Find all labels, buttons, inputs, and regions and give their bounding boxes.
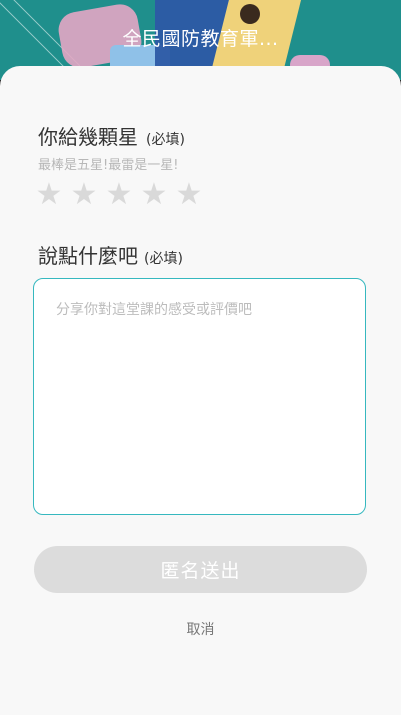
star-icon-4[interactable]: ★ bbox=[139, 178, 169, 212]
rating-question-label: 你給幾顆星 bbox=[38, 125, 138, 149]
rating-hint: 最棒是五星!最雷是一星! bbox=[38, 158, 179, 173]
star-icon-3[interactable]: ★ bbox=[104, 178, 134, 212]
banner-illustration bbox=[240, 4, 260, 24]
star-icon-2[interactable]: ★ bbox=[69, 178, 99, 212]
star-rating: ★ ★ ★ ★ ★ bbox=[34, 178, 204, 212]
comment-textarea[interactable]: 分享你對這堂課的感受或評價吧 bbox=[33, 278, 366, 515]
anonymous-submit-button[interactable]: 匿名送出 bbox=[34, 546, 367, 593]
comment-placeholder: 分享你對這堂課的感受或評價吧 bbox=[56, 302, 252, 318]
required-tag: (必填) bbox=[146, 132, 185, 148]
star-icon-1[interactable]: ★ bbox=[34, 178, 64, 212]
required-tag: (必填) bbox=[144, 251, 183, 267]
star-icon-5[interactable]: ★ bbox=[174, 178, 204, 212]
comment-question: 說點什麼吧 (必填) bbox=[38, 240, 183, 269]
course-title: 全民國防教育軍... bbox=[122, 28, 279, 50]
rating-question: 你給幾顆星 (必填) bbox=[38, 121, 185, 150]
rating-sheet: 你給幾顆星 (必填) 最棒是五星!最雷是一星! ★ ★ ★ ★ ★ 說點什麼吧 (必… bbox=[0, 66, 401, 715]
comment-question-label: 說點什麼吧 bbox=[38, 244, 138, 268]
cancel-button[interactable]: 取消 bbox=[0, 619, 401, 639]
